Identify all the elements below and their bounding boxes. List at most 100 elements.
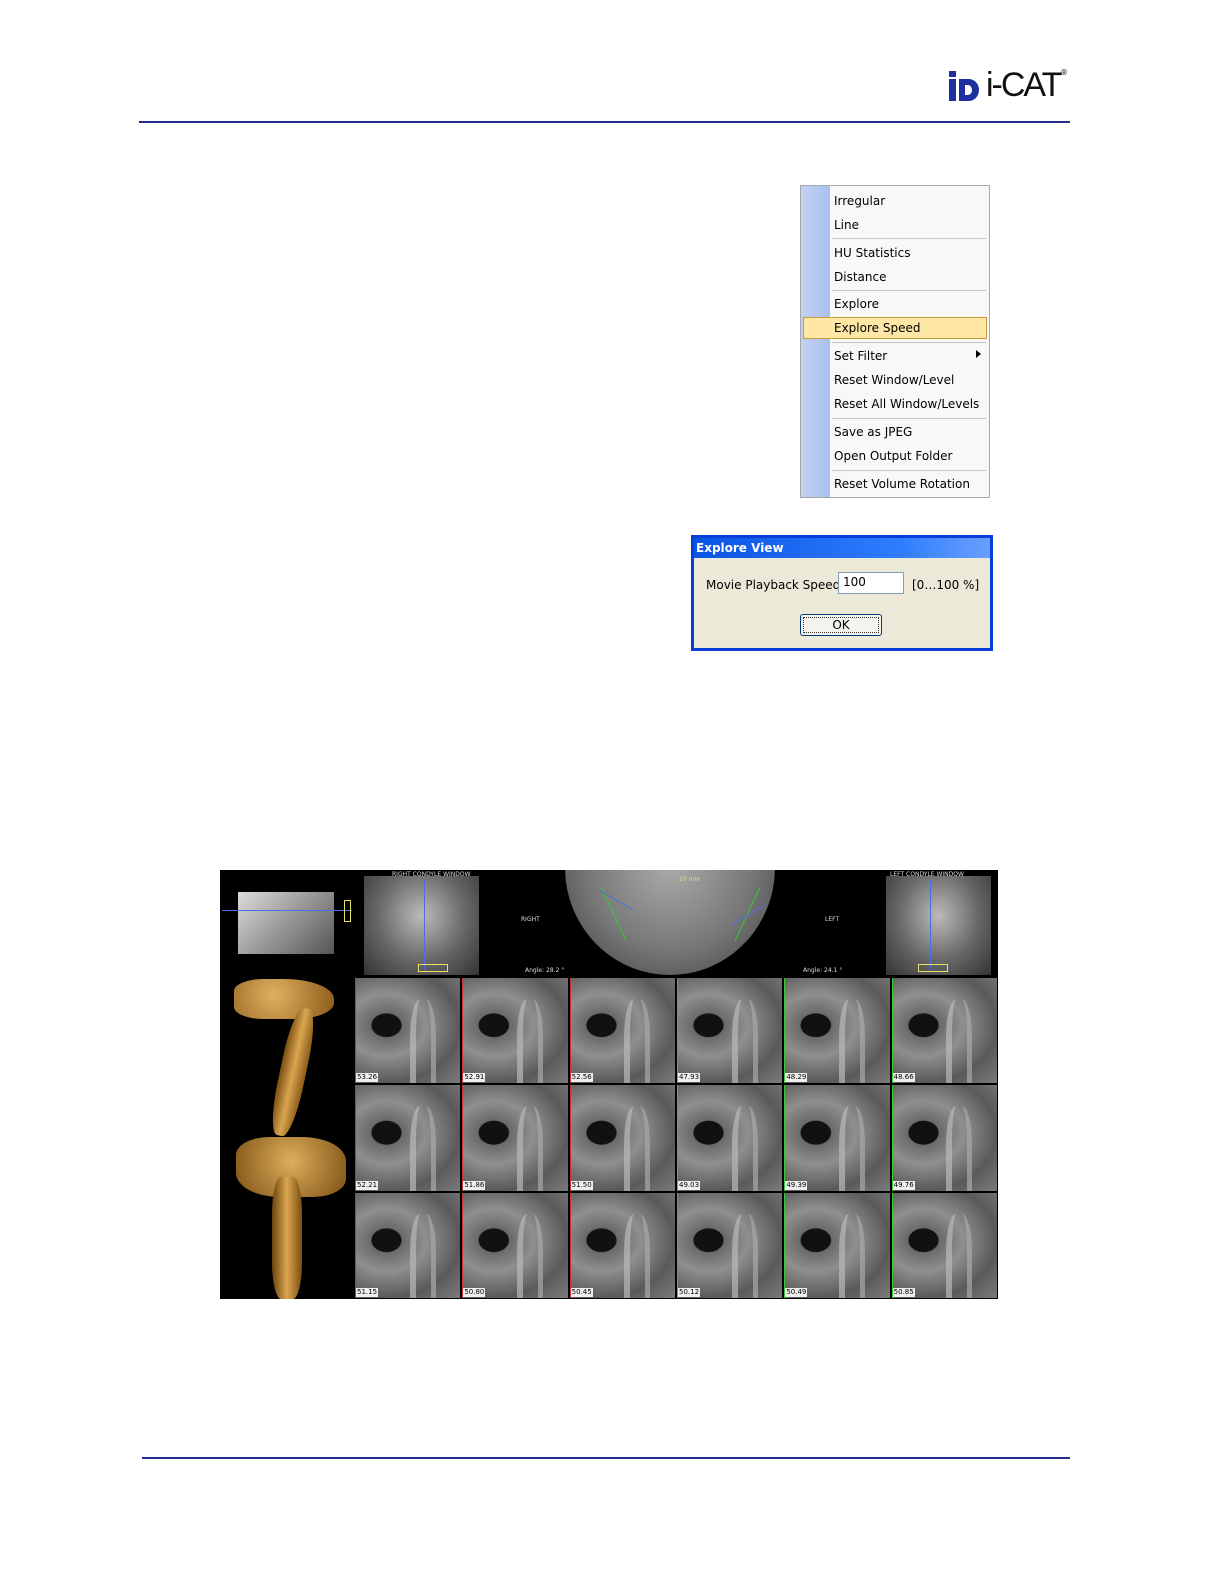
menu-item-explore-speed[interactable]: Explore Speed (834, 318, 920, 338)
slice-edge-line (569, 1085, 571, 1191)
ct-slice: 49.76 (891, 1085, 997, 1191)
slice-edge-line (784, 1085, 786, 1191)
left-condyle-label: LEFT CONDYLE WINDOW (890, 871, 964, 878)
ct-slice: 53.26 (355, 978, 461, 1084)
menu-separator (832, 418, 986, 419)
menu-item-set-filter[interactable]: Set Filter (834, 346, 887, 366)
menu-separator (832, 470, 986, 471)
slice-edge-line (891, 978, 893, 1084)
slice-position-label: 50.45 (570, 1287, 593, 1297)
ct-image-panel: RIGHT CONDYLE WINDOW 10 mm RIGHT LEFT An… (220, 870, 998, 1299)
submenu-arrow-icon (976, 350, 981, 358)
ct-slice: 52.91 (462, 978, 568, 1084)
playback-speed-range: [0…100 %] (912, 578, 980, 592)
slice-position-label: 48.29 (785, 1073, 808, 1083)
slice-edge-line (569, 978, 571, 1084)
menu-item-reset-window-level[interactable]: Reset Window/Level (834, 370, 954, 390)
menu-item-line[interactable]: Line (834, 215, 859, 235)
slice-position-label: 50.80 (463, 1287, 486, 1297)
ct-slice: 50.45 (569, 1192, 675, 1298)
axial-view: 10 mm RIGHT LEFT Angle: 28.2 ° Angle: 24… (517, 870, 848, 975)
slice-position-label: 52.56 (570, 1073, 593, 1083)
menu-separator (832, 290, 986, 291)
ct-slice: 51.15 (355, 1192, 461, 1298)
ct-slice: 51.50 (569, 1085, 675, 1191)
ct-slice: 50.80 (462, 1192, 568, 1298)
left-condyle-window: LEFT CONDYLE WINDOW (850, 870, 998, 975)
menu-item-distance[interactable]: Distance (834, 267, 886, 287)
ct-slice: 51.86 (462, 1085, 568, 1191)
playback-speed-input[interactable]: 100 (838, 572, 904, 594)
slice-edge-line (355, 1085, 356, 1191)
slice-edge-line (355, 1192, 356, 1298)
context-menu: Irregular Line HU Statistics Distance Ex… (800, 185, 990, 498)
menu-item-explore[interactable]: Explore (834, 294, 879, 314)
ct-slice: 48.29 (784, 978, 890, 1084)
slice-position-label: 52.21 (356, 1180, 379, 1190)
slice-position-label: 49.76 (892, 1180, 915, 1190)
ct-slice: 47.93 (677, 978, 783, 1084)
slice-position-label: 50.85 (892, 1287, 915, 1297)
right-label: RIGHT (521, 916, 540, 923)
menu-separator (832, 342, 986, 343)
slice-edge-line (569, 1192, 571, 1298)
scout-view (222, 870, 352, 975)
isi-logo-icon (949, 71, 979, 101)
slice-position-label: 51.50 (570, 1180, 593, 1190)
ct-slice: 50.49 (784, 1192, 890, 1298)
scale-label: 10 mm (679, 876, 701, 883)
ct-slice: 48.66 (891, 978, 997, 1084)
slice-position-label: 53.26 (356, 1073, 379, 1083)
slice-edge-line (677, 1192, 678, 1298)
slice-position-label: 51.15 (356, 1287, 379, 1297)
ct-slice: 50.12 (677, 1192, 783, 1298)
ct-slice: 52.21 (355, 1085, 461, 1191)
menu-item-open-output-folder[interactable]: Open Output Folder (834, 446, 952, 466)
menu-separator (832, 238, 986, 239)
slice-edge-line (677, 1085, 678, 1191)
right-condyle-window: RIGHT CONDYLE WINDOW (354, 870, 515, 975)
slice-edge-line (462, 1192, 464, 1298)
slice-edge-line (891, 1085, 893, 1191)
right-condyle-label: RIGHT CONDYLE WINDOW (392, 871, 471, 878)
ct-slice: 49.03 (677, 1085, 783, 1191)
footer-rule (142, 1457, 1070, 1459)
menu-item-reset-volume-rotation[interactable]: Reset Volume Rotation (834, 474, 970, 494)
menu-item-irregular[interactable]: Irregular (834, 191, 885, 211)
playback-speed-label: Movie Playback Speed: (706, 578, 845, 592)
slice-position-label: 52.91 (463, 1073, 486, 1083)
dialog-title: Explore View (694, 538, 990, 558)
explore-view-dialog: Explore View Movie Playback Speed: 100 [… (691, 535, 993, 651)
slice-position-label: 51.86 (463, 1180, 486, 1190)
menu-item-reset-all-window-levels[interactable]: Reset All Window/Levels (834, 394, 979, 414)
slice-edge-line (677, 978, 678, 1084)
ok-button[interactable]: OK (800, 614, 882, 636)
menu-item-hu-statistics[interactable]: HU Statistics (834, 243, 910, 263)
menu-item-save-as-jpeg[interactable]: Save as JPEG (834, 422, 912, 442)
slice-position-label: 50.49 (785, 1287, 808, 1297)
angle-right-label: Angle: 24.1 ° (803, 967, 843, 974)
slice-edge-line (355, 978, 356, 1084)
slice-position-label: 47.93 (678, 1073, 701, 1083)
angle-left-label: Angle: 28.2 ° (525, 967, 565, 974)
slice-edge-line (784, 978, 786, 1084)
slice-grid: 53.26 52.91 52.56 47.93 48.29 48.66 52.21 51.86… (354, 977, 998, 1299)
logo-wordmark: i-CAT (986, 66, 1062, 104)
slice-edge-line (462, 978, 464, 1084)
registered-mark: ® (1060, 68, 1068, 77)
slice-position-label: 49.39 (785, 1180, 808, 1190)
3d-volume-rendering (222, 977, 352, 1299)
header-rule (139, 121, 1070, 123)
slice-position-label: 49.03 (678, 1180, 701, 1190)
slice-edge-line (891, 1192, 893, 1298)
slice-edge-line (784, 1192, 786, 1298)
slice-edge-line (462, 1085, 464, 1191)
ct-slice: 52.56 (569, 978, 675, 1084)
ct-slice: 49.39 (784, 1085, 890, 1191)
ct-slice: 50.85 (891, 1192, 997, 1298)
slice-position-label: 50.12 (678, 1287, 701, 1297)
menu-icon-strip (801, 186, 830, 497)
slice-position-label: 48.66 (892, 1073, 915, 1083)
i-cat-logo: i-CAT ® (948, 66, 1070, 104)
left-label: LEFT (825, 916, 840, 923)
